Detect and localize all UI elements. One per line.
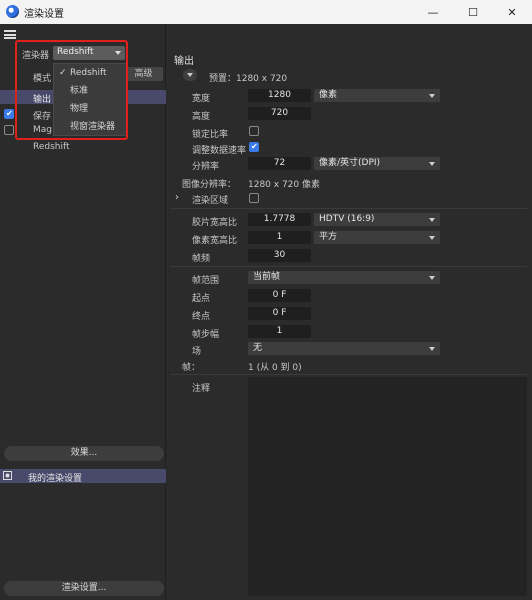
pixel-ratio-select[interactable]: 平方 — [314, 231, 440, 244]
film-ratio-select[interactable]: HDTV (16:9) — [314, 213, 440, 226]
frames-value: 1 (从 0 到 0) — [248, 363, 302, 373]
resolution-unit-value: 像素/英寸(DPI) — [319, 158, 381, 168]
frame-range-select[interactable]: 当前帧 — [248, 271, 440, 284]
pixel-ratio-input[interactable]: 1 — [248, 231, 311, 244]
film-ratio-label: 胶片宽高比 — [192, 218, 238, 228]
width-label: 宽度 — [192, 94, 211, 104]
notes-label: 注释 — [192, 384, 211, 394]
field-select[interactable]: 无 — [248, 342, 440, 355]
film-ratio-input[interactable]: 1.7778 — [248, 213, 311, 226]
width-unit-select[interactable]: 像素 — [314, 89, 440, 102]
divider — [170, 266, 527, 267]
frames-label: 帧： — [182, 363, 201, 373]
step-label: 帧步幅 — [192, 330, 220, 340]
tab-advanced[interactable]: 高级 — [124, 67, 163, 81]
divider — [170, 374, 527, 375]
lock-ratio-label: 锁定比率 — [192, 130, 229, 140]
divider — [170, 208, 527, 209]
pixel-ratio-label: 像素宽高比 — [192, 236, 238, 246]
fps-label: 帧频 — [192, 254, 211, 264]
start-label: 起点 — [192, 294, 211, 304]
preset-label: 预置：1280 x 720 — [209, 74, 288, 84]
my-render-settings-label: 我的渲染设置 — [28, 474, 83, 484]
render-region-label: 渲染区域 — [192, 196, 229, 206]
fps-input[interactable]: 30 — [248, 249, 311, 262]
width-input[interactable]: 1280 — [248, 89, 311, 102]
width-unit-value: 像素 — [319, 90, 338, 100]
height-label: 高度 — [192, 112, 211, 122]
end-input[interactable]: 0 F — [248, 307, 311, 320]
section-title: 输出 — [174, 56, 194, 67]
image-resolution-value: 1280 x 720 像素 — [248, 180, 320, 190]
lock-ratio-checkbox[interactable] — [249, 126, 259, 136]
end-label: 终点 — [192, 312, 211, 322]
adjust-rate-label: 调整数据速率 — [192, 146, 247, 156]
frame-range-label: 帧范围 — [192, 276, 220, 286]
save-checkbox[interactable] — [4, 109, 14, 119]
my-render-settings-item[interactable]: 我的渲染设置 — [0, 469, 166, 484]
chevron-down-icon — [429, 236, 435, 240]
title-bar: 渲染设置 — ☐ ✕ — [0, 0, 532, 24]
image-resolution-label: 图像分辨率： — [182, 180, 237, 190]
chevron-down-icon — [429, 162, 435, 166]
mag-checkbox[interactable] — [4, 125, 14, 135]
frame-range-value: 当前帧 — [253, 272, 281, 282]
adjust-rate-checkbox[interactable] — [249, 142, 259, 152]
sidebar-item-redshift[interactable]: Redshift — [33, 142, 70, 152]
render-settings-icon — [3, 471, 12, 480]
chevron-down-icon — [429, 276, 435, 280]
close-button[interactable]: ✕ — [492, 0, 532, 24]
chevron-down-icon — [429, 94, 435, 98]
chevron-down-icon — [429, 347, 435, 351]
hamburger-menu-icon[interactable] — [4, 30, 16, 39]
app-logo-icon — [6, 5, 19, 18]
expand-chevron-icon[interactable]: › — [175, 192, 179, 203]
pixel-ratio-preset-value: 平方 — [319, 232, 338, 242]
render-settings-button[interactable]: 渲染设置... — [4, 581, 164, 596]
field-label: 场 — [192, 347, 202, 357]
preset-chevron-icon[interactable] — [183, 69, 197, 81]
effect-button[interactable]: 效果... — [4, 446, 164, 461]
chevron-down-icon — [429, 218, 435, 222]
height-input[interactable]: 720 — [248, 107, 311, 120]
minimize-button[interactable]: — — [413, 0, 453, 24]
render-region-checkbox[interactable] — [249, 193, 259, 203]
step-input[interactable]: 1 — [248, 325, 311, 338]
film-ratio-preset-value: HDTV (16:9) — [319, 214, 375, 224]
start-input[interactable]: 0 F — [248, 289, 311, 302]
field-select-value: 无 — [253, 343, 263, 353]
resolution-unit-select[interactable]: 像素/英寸(DPI) — [314, 157, 440, 170]
highlight-box — [15, 40, 128, 140]
window-title: 渲染设置 — [24, 9, 64, 20]
resolution-input[interactable]: 72 — [248, 157, 311, 170]
notes-textarea[interactable] — [248, 377, 527, 596]
resolution-label: 分辨率 — [192, 162, 220, 172]
maximize-button[interactable]: ☐ — [453, 0, 493, 24]
